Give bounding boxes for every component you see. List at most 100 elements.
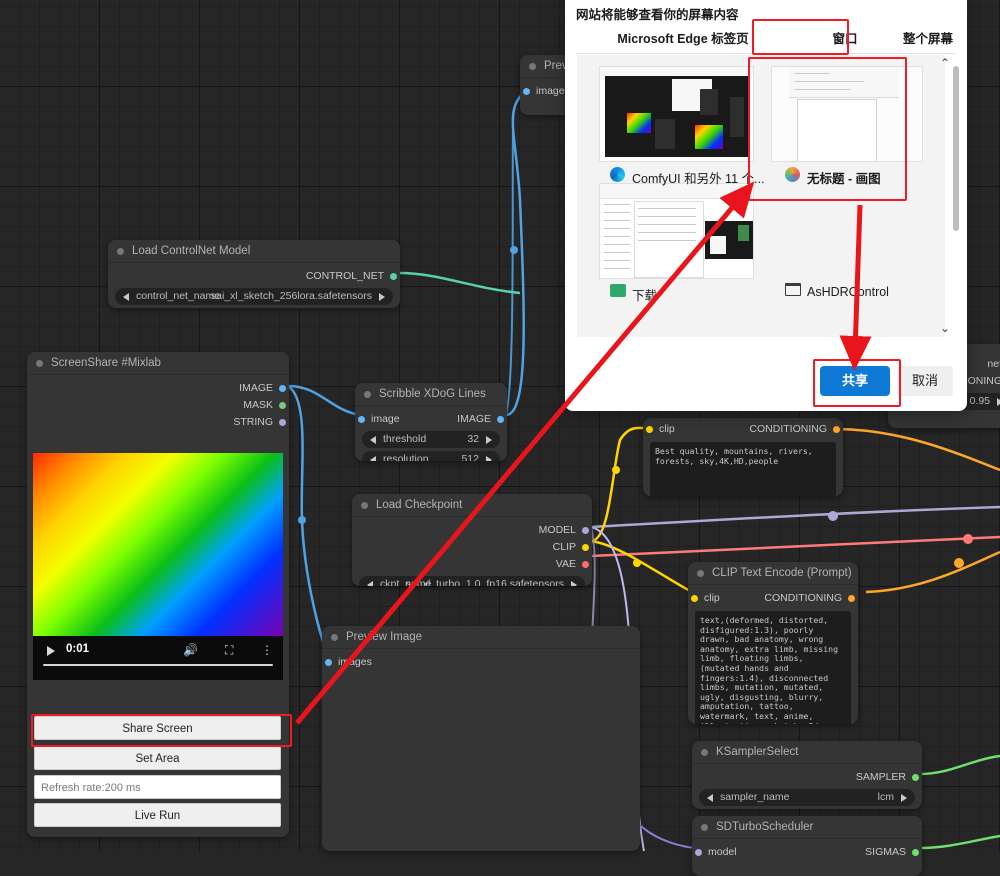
volume-icon[interactable]: 🔊 [183, 643, 198, 657]
prev-arrow-icon[interactable] [123, 293, 129, 301]
node-load-controlnet-model[interactable]: Load ControlNet Model CONTROL_NET contro… [108, 240, 400, 308]
play-icon[interactable] [47, 646, 55, 656]
port-image-out-label: IMAGE [457, 413, 491, 425]
node-ksampler-select[interactable]: KSamplerSelect SAMPLER sampler_name lcm [692, 741, 922, 809]
port-dot [912, 849, 919, 856]
tab-entire-screen[interactable]: 整个屏幕 [895, 26, 961, 52]
port-dot [582, 561, 589, 568]
port-mask[interactable]: MASK [27, 397, 289, 414]
share-button[interactable]: 共享 [820, 366, 890, 396]
thumbnail-comfyui[interactable] [599, 66, 754, 162]
node-collapse-dot[interactable] [529, 63, 536, 70]
widget-control-net-name[interactable]: control_net_name sai_xl_sketch_256lora.s… [115, 288, 393, 305]
next-arrow-icon[interactable] [486, 456, 492, 461]
node-collapse-dot[interactable] [361, 502, 368, 509]
port-model[interactable]: MODEL [352, 522, 592, 539]
port-dot [582, 544, 589, 551]
node-collapse-dot[interactable] [701, 749, 708, 756]
port-sampler[interactable]: SAMPLER [692, 769, 922, 786]
prev-arrow-icon[interactable] [370, 436, 376, 444]
edge-icon [610, 167, 625, 182]
node-collapse-dot[interactable] [364, 391, 371, 398]
next-arrow-icon[interactable] [901, 794, 907, 802]
port-control-net[interactable]: CONTROL_NET [108, 268, 400, 285]
video-controls[interactable]: 0:01 🔊 ⛶ ⋮ [33, 636, 283, 680]
dialog-title: 网站将能够查看你的屏幕内容 [576, 8, 739, 22]
video-time: 0:01 [66, 643, 90, 655]
more-vertical-icon[interactable]: ⋮ [261, 643, 273, 657]
share-screen-button[interactable]: Share Screen [34, 716, 281, 740]
node-load-checkpoint[interactable]: Load Checkpoint MODEL CLIP VAE ckpt_name… [352, 494, 592, 586]
next-arrow-icon[interactable] [571, 581, 577, 586]
fullscreen-icon[interactable]: ⛶ [225, 643, 233, 658]
folder-icon [610, 284, 626, 297]
port-model-in[interactable]: model SIGMAS [692, 844, 922, 861]
port-string[interactable]: STRING [27, 414, 289, 431]
port-images[interactable]: images [322, 654, 640, 671]
port-dot [848, 595, 855, 602]
widget-resolution[interactable]: resolution 512 [362, 451, 500, 461]
refresh-rate-input[interactable]: Refresh rate:200 ms [34, 775, 281, 799]
prompt-textarea[interactable]: text,(deformed, distorted, disfigured:1.… [695, 611, 851, 724]
port-clip-in[interactable]: clip CONDITIONING [688, 590, 858, 607]
paint-icon [785, 167, 800, 182]
node-title: CLIP Text Encode (Prompt) [688, 562, 858, 585]
dialog-tabs[interactable]: Microsoft Edge 标签页 窗口 整个屏幕 [565, 26, 967, 54]
port-clip-in[interactable]: clip CONDITIONING [643, 421, 843, 438]
port-dot [912, 774, 919, 781]
chevron-up-icon[interactable]: ⌃ [940, 56, 950, 70]
port-dot [325, 659, 332, 666]
node-preview-image[interactable]: Preview Image images [322, 626, 640, 851]
next-arrow-icon[interactable] [379, 293, 385, 301]
window-list[interactable]: ComfyUI 和另外 11 个... 无标题 - 画图 下载 AsHDRCon… [577, 55, 945, 337]
tab-edge-tabs[interactable]: Microsoft Edge 标签页 [583, 26, 783, 52]
node-collapse-dot[interactable] [36, 360, 43, 367]
live-run-button[interactable]: Live Run [34, 803, 281, 827]
screen-share-dialog[interactable]: 网站将能够查看你的屏幕内容 Microsoft Edge 标签页 窗口 整个屏幕 [565, 0, 967, 411]
port-dot [279, 419, 286, 426]
port-image-in[interactable]: image IMAGE [355, 411, 507, 428]
thumbnail-label-ashdrcontrol[interactable]: AsHDRControl [807, 285, 889, 299]
prev-arrow-icon[interactable] [707, 794, 713, 802]
node-clip-text-encode-prompt[interactable]: CLIP Text Encode (Prompt) clip CONDITION… [688, 562, 858, 724]
node-screenshare-mixlab[interactable]: ScreenShare #Mixlab IMAGE MASK STRING 0:… [27, 352, 289, 837]
prev-arrow-icon[interactable] [367, 581, 373, 586]
tab-divider [576, 53, 956, 54]
node-collapse-dot[interactable] [331, 634, 338, 641]
node-title: Scribble XDoG Lines [355, 383, 507, 406]
thumbnail-label-comfyui[interactable]: ComfyUI 和另外 11 个... [632, 168, 764, 187]
thumbnail-label-paint[interactable]: 无标题 - 画图 [807, 168, 881, 187]
widget-sampler-name[interactable]: sampler_name lcm [699, 789, 915, 806]
screen-preview-video[interactable] [33, 453, 283, 636]
cancel-button[interactable]: 取消 [897, 366, 953, 396]
port-dot [695, 849, 702, 856]
set-area-button[interactable]: Set Area [34, 746, 281, 770]
port-vae[interactable]: VAE [352, 556, 592, 573]
thumbnail-downloads[interactable] [599, 183, 754, 279]
port-clip[interactable]: CLIP [352, 539, 592, 556]
tab-window[interactable]: 窗口 [795, 26, 895, 52]
node-clip-text-encode-positive[interactable]: clip CONDITIONING Best quality, mountain… [643, 418, 843, 496]
thumbnail-paint[interactable] [771, 66, 923, 162]
thumbnail-label-downloads[interactable]: 下载 [632, 285, 657, 304]
node-collapse-dot[interactable] [701, 824, 708, 831]
port-dot [582, 527, 589, 534]
next-arrow-icon[interactable] [486, 436, 492, 444]
widget-ckpt-name[interactable]: ckpt_name sd_xl_turbo_1.0_fp16.safetenso… [359, 576, 585, 586]
node-title: Load ControlNet Model [108, 240, 400, 263]
widget-threshold[interactable]: threshold 32 [362, 431, 500, 448]
video-progress-bar[interactable] [43, 664, 273, 666]
node-scribble-xdog-lines[interactable]: Scribble XDoG Lines image IMAGE threshol… [355, 383, 507, 461]
port-image[interactable]: IMAGE [27, 380, 289, 397]
port-dot [523, 88, 530, 95]
node-collapse-dot[interactable] [697, 570, 704, 577]
node-title: SDTurboScheduler [692, 816, 922, 839]
node-collapse-dot[interactable] [117, 248, 124, 255]
list-scrollbar[interactable] [953, 66, 959, 231]
prompt-textarea[interactable]: Best quality, mountains, rivers, forests… [650, 442, 836, 496]
node-sdturbo-scheduler[interactable]: SDTurboScheduler model SIGMAS [692, 816, 922, 876]
prev-arrow-icon[interactable] [370, 456, 376, 461]
node-title: Preview Image [322, 626, 640, 649]
node-title: KSamplerSelect [692, 741, 922, 764]
chevron-down-icon[interactable]: ⌄ [940, 321, 950, 335]
